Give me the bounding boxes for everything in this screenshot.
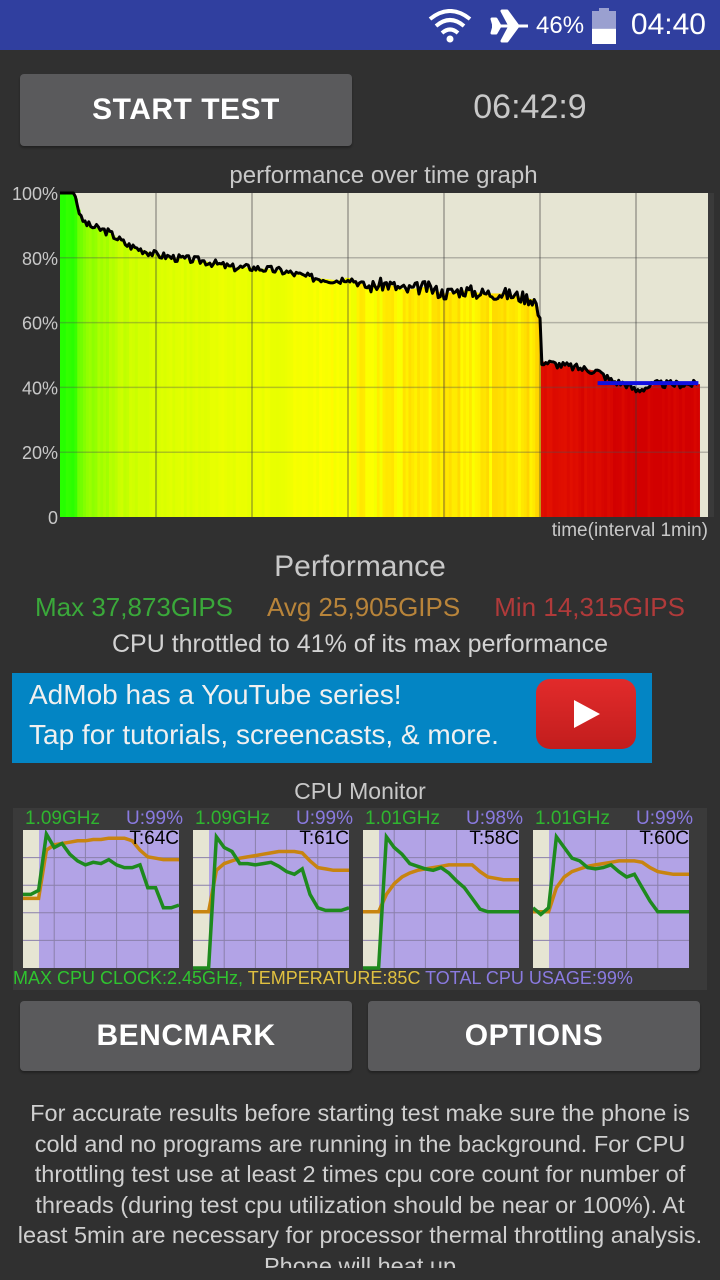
- core-temperature: T:64C: [129, 828, 179, 849]
- cpu-core-2: 1.01GHz U:98% T:58C: [363, 808, 523, 970]
- core-frequency: 1.09GHz: [25, 808, 100, 829]
- performance-bar: [696, 384, 700, 517]
- cpu-core-1: 1.09GHz U:99% T:61C: [193, 808, 353, 970]
- core-frequency: 1.09GHz: [195, 808, 270, 829]
- status-bar: 46% 04:40: [0, 0, 720, 50]
- performance-chart: 0 20% 40% 60% 80% 100%: [12, 184, 714, 525]
- max-cpu-clock: MAX CPU CLOCK:2.45GHz,: [13, 968, 244, 988]
- core-usage: U:99%: [125, 808, 183, 829]
- core-graph: [533, 830, 689, 968]
- ad-line-2: Tap for tutorials, screencasts, & more.: [29, 719, 499, 750]
- x-axis-label: time(interval 1min): [551, 520, 708, 541]
- wifi-icon: [428, 9, 472, 43]
- cpu-core-0: 1.09GHz U:99% T:64C: [23, 808, 183, 970]
- performance-heading: Performance: [274, 550, 446, 583]
- core-graph: [193, 830, 350, 970]
- cpu-core-3: 1.01GHz U:99% T:60C: [533, 808, 693, 970]
- cpu-monitor-title: CPU Monitor: [294, 778, 426, 804]
- benchmark-button[interactable]: BENCMARK: [20, 1001, 352, 1071]
- cpu-monitor-footer: MAX CPU CLOCK:2.45GHz, TEMPERATURE:85C T…: [13, 968, 707, 989]
- core-temperature: T:60C: [639, 828, 689, 849]
- clock: 04:40: [630, 8, 706, 41]
- y-tick-label: 60%: [22, 314, 58, 334]
- total-cpu-usage: TOTAL CPU USAGE:99%: [425, 968, 633, 988]
- core-temperature: T:61C: [299, 828, 349, 849]
- avg-gips: Avg 25,905GIPS: [267, 592, 461, 622]
- core-usage: U:98%: [465, 808, 523, 829]
- ad-banner[interactable]: AdMob has a YouTube series! Tap for tuto…: [12, 673, 652, 763]
- y-tick-label: 20%: [22, 443, 58, 463]
- cpu-monitor-panel: 1.09GHz U:99% T:64C 1.09GHz U:99% T:61C …: [13, 808, 707, 990]
- monitor-idle-region: [533, 830, 549, 968]
- core-usage: U:99%: [295, 808, 353, 829]
- performance-stats: Max 37,873GIPS Avg 25,905GIPS Min 14,315…: [0, 592, 720, 623]
- max-gips: Max 37,873GIPS: [35, 592, 233, 622]
- min-gips: Min 14,315GIPS: [494, 592, 685, 622]
- max-temperature: TEMPERATURE:85C: [247, 968, 421, 988]
- core-usage: U:99%: [635, 808, 693, 829]
- info-text: For accurate results before starting tes…: [17, 1100, 703, 1268]
- core-frequency: 1.01GHz: [535, 808, 610, 829]
- options-button[interactable]: OPTIONS: [368, 1001, 700, 1071]
- elapsed-timer: 06:42:9: [473, 88, 587, 126]
- core-graph: [23, 830, 180, 968]
- y-tick-label: 100%: [12, 184, 58, 204]
- y-tick-label: 0: [48, 508, 58, 525]
- core-temperature: T:58C: [469, 828, 519, 849]
- y-tick-label: 40%: [22, 378, 58, 398]
- core-graph: [363, 830, 519, 970]
- battery-percent: 46%: [536, 12, 585, 39]
- airplane-mode-icon: [490, 9, 528, 43]
- monitor-idle-region: [363, 830, 379, 968]
- y-tick-label: 80%: [22, 249, 58, 269]
- ad-line-1: AdMob has a YouTube series!: [29, 679, 402, 710]
- monitor-idle-region: [193, 830, 209, 968]
- youtube-play-icon[interactable]: [536, 679, 636, 749]
- throttle-summary: CPU throttled to 41% of its max performa…: [111, 630, 609, 658]
- start-test-button[interactable]: START TEST: [20, 74, 352, 146]
- core-frequency: 1.01GHz: [365, 808, 440, 829]
- battery-icon: [592, 8, 616, 44]
- plot-right-border: [708, 193, 714, 517]
